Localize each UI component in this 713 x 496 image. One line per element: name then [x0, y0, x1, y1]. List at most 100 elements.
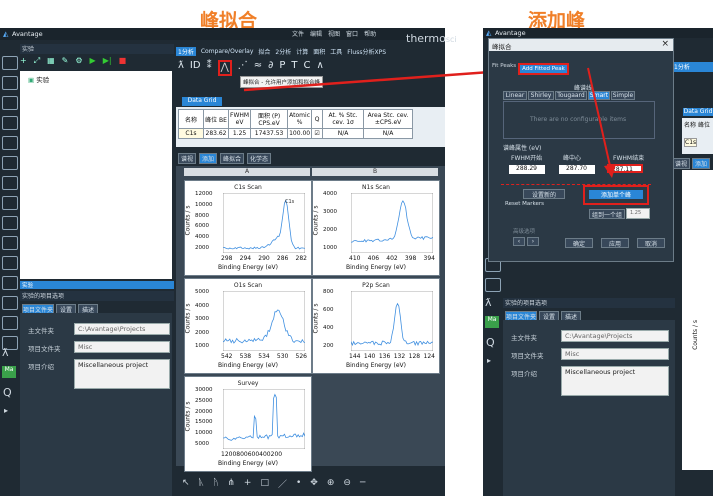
right-field-project-folder[interactable]: Misc [561, 348, 669, 360]
tab-area[interactable]: 面积 [313, 47, 325, 56]
spectrum-panel[interactable]: Survey Counts / s 30000 25000 20000 15000 1000… [184, 376, 312, 472]
dot-tool-icon[interactable]: • [296, 478, 301, 488]
settings-icon[interactable] [2, 176, 18, 190]
grid-cell-area[interactable]: 17437.53 [251, 129, 288, 139]
export-icon[interactable] [2, 296, 18, 310]
button-ok[interactable]: 确定 [565, 238, 593, 248]
bg-tab-linear[interactable]: Linear [503, 91, 527, 100]
zoom-out-icon[interactable]: ⊖ [343, 478, 351, 488]
menu-edit[interactable]: 编辑 [310, 29, 322, 38]
tab-analysis-1[interactable]: 1分析 [176, 47, 196, 56]
right-field-main-folder[interactable]: C:\Avantage\Projects [561, 330, 669, 342]
edit-icon[interactable]: ✎ [62, 56, 69, 68]
grid-view-icon[interactable]: ▦ [47, 56, 55, 68]
right-subtab-add[interactable]: 添加 [692, 158, 710, 169]
menu-window[interactable]: 窗口 [346, 29, 358, 38]
ma-icon[interactable]: Ma [2, 366, 16, 378]
spectrum-panel[interactable]: N1s Scan Counts / s 4000 3000 2000 1000 410 406… [312, 180, 440, 276]
right-field-project-intro[interactable]: Miscellaneous project [561, 366, 669, 396]
subtab-add[interactable]: 添加 [199, 153, 217, 164]
prev-arrow-icon[interactable]: ‹ [513, 237, 525, 246]
tab-fit-peaks[interactable]: Fit Peaks [492, 63, 516, 75]
button-cancel[interactable]: 取消 [637, 238, 665, 248]
tab-analysis-2[interactable]: 2分析 [275, 47, 291, 56]
menu-file[interactable]: 文件 [292, 29, 304, 38]
right-lambda-icon[interactable]: ƛ [485, 296, 492, 309]
grid-cell-q[interactable]: ☑ [312, 129, 323, 139]
input-fwhm-start[interactable]: 288.29 [509, 165, 545, 174]
field-main-folder[interactable]: C:\Avantage\Projects [74, 323, 170, 335]
grid-cell-fwhm[interactable]: 1.25 [229, 129, 251, 139]
right-data-grid-tab[interactable]: Data Grid [683, 108, 713, 116]
tab-tools[interactable]: 工具 [330, 47, 342, 56]
chart-icon[interactable] [2, 196, 18, 210]
tab-fitting[interactable]: 拟合 [258, 47, 270, 56]
grid-cell-at-stdev[interactable]: N/A [323, 129, 364, 139]
right-query-icon[interactable]: Q [486, 336, 495, 349]
plus-tool-icon[interactable]: + [244, 478, 252, 488]
right-play-icon[interactable]: ▸ [487, 356, 491, 365]
report-icon[interactable] [2, 316, 18, 330]
input-small-value[interactable]: 1.25 [626, 208, 650, 219]
link-icon[interactable]: ⤢ [34, 56, 40, 68]
pointer-icon[interactable]: ↖ [182, 478, 190, 488]
button-set-new[interactable]: 设置新的 [523, 189, 565, 199]
spectrum-panel[interactable]: C1s Scan Counts / s 12000 10000 8000 6000 4000… [184, 180, 312, 276]
peak-tool3-icon[interactable]: ⋔ [227, 478, 235, 488]
right-subtab-spectrum[interactable]: 谱视 [672, 158, 690, 169]
peak-label-icon[interactable]: ⁑ [207, 60, 212, 76]
lambda-icon[interactable]: ƛ [2, 346, 9, 359]
layers-icon[interactable] [2, 276, 18, 290]
stop-icon[interactable]: ■ [119, 56, 127, 68]
tab-compare-overlay[interactable]: Compare/Overlay [201, 48, 254, 55]
bottle-icon[interactable] [2, 216, 18, 230]
open-icon[interactable] [2, 76, 18, 90]
subtab-chem-state[interactable]: 化学态 [247, 153, 271, 164]
right-export-icon[interactable] [485, 278, 501, 292]
subtab-peak-fit[interactable]: 峰拟合 [220, 153, 244, 164]
grid-icon[interactable] [2, 116, 18, 130]
line-tool-icon[interactable]: ／ [278, 477, 287, 490]
peak-tool-icon[interactable]: ᚣ [199, 478, 204, 488]
bg-tab-shirley[interactable]: Shirley [528, 91, 554, 100]
minus-icon[interactable]: ─ [360, 478, 365, 488]
play-icon[interactable]: ▸ [4, 406, 8, 415]
folder-icon[interactable] [2, 96, 18, 110]
right-grid-cell-name[interactable]: C1s [684, 138, 697, 147]
new-file-icon[interactable] [2, 56, 18, 70]
menu-view[interactable]: 视图 [328, 29, 340, 38]
zoom-in-icon[interactable]: ⊕ [327, 478, 335, 488]
dialog-close-icon[interactable]: × [661, 39, 669, 49]
button-group[interactable]: 组到一个组 [589, 209, 625, 219]
table-icon[interactable] [2, 256, 18, 270]
step-icon[interactable]: ▶| [103, 56, 112, 68]
spectrum-panel[interactable]: P2p Scan Counts / s 800 600 400 200 144 140 136 1… [312, 278, 440, 374]
tab-fluss-xps[interactable]: Fluss分析XPS [347, 47, 386, 56]
menu-help[interactable]: 帮助 [364, 29, 376, 38]
lambda-tool-icon[interactable]: ƛ [178, 60, 184, 76]
tab-calculate[interactable]: 计算 [296, 47, 308, 56]
tree-item-experiment[interactable]: ▣ 实验 [28, 74, 49, 84]
spectrum-panel[interactable]: O1s Scan Counts / s 5000 4000 3000 2000 1000 54… [184, 278, 312, 374]
query-icon[interactable]: Q [3, 386, 12, 399]
print-icon[interactable] [2, 156, 18, 170]
id-tool-icon[interactable]: ID [190, 60, 201, 76]
field-project-intro[interactable]: Miscellaneous project [74, 359, 170, 389]
scan-icon[interactable] [2, 236, 18, 250]
settings-gear-icon[interactable]: ⚙ [75, 56, 82, 68]
grid-cell-name[interactable]: C1s [179, 129, 204, 139]
grid-cell-be[interactable]: 283.62 [204, 129, 229, 139]
right-tab-analysis[interactable]: 1分析 [672, 62, 713, 72]
pan-icon[interactable]: ✥ [310, 478, 318, 488]
box-tool-icon[interactable]: □ [260, 478, 269, 488]
add-icon[interactable]: + [20, 56, 27, 68]
button-add-single-peak[interactable]: 添加单个峰 [589, 190, 643, 199]
grid-cell-atomic[interactable]: 100.00 [288, 129, 312, 139]
right-ma-icon[interactable]: Ma [485, 316, 499, 328]
play-green-icon[interactable]: ▶ [90, 56, 96, 68]
save-icon[interactable] [2, 136, 18, 150]
grid-cell-area-stdev[interactable]: N/A [364, 129, 413, 139]
peak-tool2-icon[interactable]: ᚤ [213, 478, 218, 488]
data-grid-tab[interactable]: Data Grid [182, 97, 222, 106]
grid-row-c1s[interactable]: C1s 283.62 1.25 17437.53 100.00 ☑ N/A N/… [179, 129, 413, 139]
